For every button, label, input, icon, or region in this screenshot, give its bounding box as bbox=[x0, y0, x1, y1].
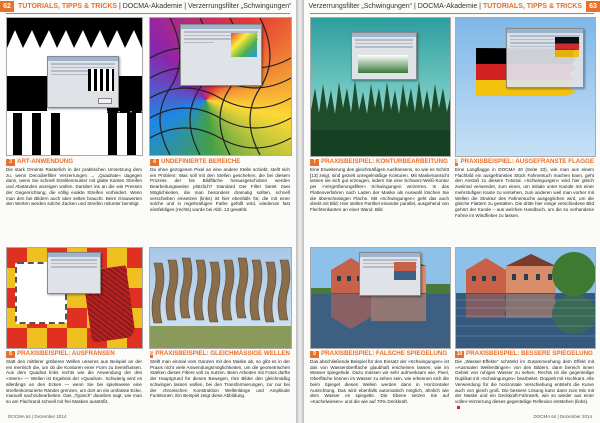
caption-7: 7 PRAXISBEISPIEL: KONTURBEARBEITUNG Eine … bbox=[310, 158, 449, 213]
caption-5: 5 PRAXISBEISPIEL: AUSFRANSEN Statt den mi… bbox=[6, 350, 142, 405]
right-header-rule bbox=[310, 13, 594, 14]
caption-5-number: 5 bbox=[6, 350, 15, 358]
image-undefined-areas bbox=[149, 17, 292, 156]
caption-6-body: Stellt man einmal vom Ganzen mit den Mas… bbox=[150, 359, 290, 399]
left-running-header: 62 TUTORIALS, TIPPS & TRICKS | DOCMA-Aka… bbox=[0, 0, 296, 13]
image-forest-contour bbox=[310, 17, 451, 157]
caption-3: 3 ART-ANWENDUNG Die stark Ornente Rasterl… bbox=[6, 158, 142, 207]
wave-filter-dialog bbox=[180, 24, 262, 86]
caption-3-number: 3 bbox=[6, 158, 15, 166]
caption-6-number: 6 bbox=[150, 350, 154, 358]
book-gutter bbox=[296, 0, 304, 423]
caption-10-number: 10 bbox=[455, 350, 464, 358]
caption-4: 4 UNDEFINIERTE BEREICHE Da ohne gezogenen… bbox=[150, 158, 290, 213]
caption-7-number: 7 bbox=[310, 158, 319, 166]
image-fraying bbox=[6, 247, 143, 349]
caption-10-body: Die „Wasser-Effekte“ schränkt im Zusamme… bbox=[455, 359, 594, 404]
image-zigzag-stripes bbox=[6, 17, 143, 156]
caption-4-title: UNDEFINIERTE BEREICHE bbox=[161, 158, 241, 165]
right-page: Verzerrungsfilter „Schwingungen“ | DOCMA… bbox=[304, 0, 600, 423]
caption-4-body: Da ohne gezogenen Pixel an eine andere S… bbox=[150, 167, 290, 212]
right-running-header: Verzerrungsfilter „Schwingungen“ | DOCMA… bbox=[304, 0, 600, 13]
caption-3-title: ART-ANWENDUNG bbox=[17, 158, 74, 165]
left-footer: DOCMA 64 | Dezember 2014 bbox=[8, 414, 67, 419]
caption-8: 8 PRAXISBEISPIEL: AUSGEFRANSTE FLAGGE Ein… bbox=[455, 158, 594, 218]
image-frayed-flag bbox=[455, 17, 596, 157]
caption-8-body: Eine Langflagge in DOCMA 40 (Seite 33), … bbox=[455, 167, 594, 218]
caption-9-title: PRAXISBEISPIEL: FALSCHE SPIEGELUNG bbox=[321, 350, 448, 357]
caption-8-title: PRAXISBEISPIEL: AUSGEFRANSTE FLAGGE bbox=[460, 158, 594, 165]
caption-8-number: 8 bbox=[455, 158, 459, 166]
wavy-fence-graphic bbox=[150, 257, 291, 348]
caption-6: 6 PRAXISBEISPIEL: GLEICHMÄSSIGE WELLEN St… bbox=[150, 350, 290, 399]
image-better-reflection bbox=[455, 247, 596, 349]
left-header-rule bbox=[6, 13, 290, 14]
caption-7-body: Eine Erweiterung des gleichmäßigen Ausfr… bbox=[310, 167, 449, 212]
caption-5-title: PRAXISBEISPIEL: AUSFRANSEN bbox=[17, 350, 115, 357]
caption-5-body: Statt den mittlerer gröberen Wellen unse… bbox=[6, 359, 142, 404]
left-page: 62 TUTORIALS, TIPPS & TRICKS | DOCMA-Aka… bbox=[0, 0, 296, 423]
contour-dialog bbox=[351, 32, 417, 80]
caption-10: 10 PRAXISBEISPIEL: BESSERE SPIEGELUNG Die… bbox=[455, 350, 594, 410]
caption-6-title: PRAXISBEISPIEL: GLEICHMÄSSIGE WELLEN bbox=[155, 350, 290, 357]
right-section-title: TUTORIALS, TIPPS & TRICKS bbox=[482, 3, 582, 10]
caption-9-number: 9 bbox=[310, 350, 319, 358]
caption-3-body: Die stark Ornente Rasterlich in der prak… bbox=[6, 167, 142, 207]
left-page-number: 62 bbox=[0, 1, 14, 12]
caption-10-title: PRAXISBEISPIEL: BESSERE SPIEGELUNG bbox=[466, 350, 593, 357]
fray-dialog bbox=[47, 252, 101, 294]
caption-9: 9 PRAXISBEISPIEL: FALSCHE SPIEGELUNG Das … bbox=[310, 350, 449, 405]
left-section-title: TUTORIALS, TIPPS & TRICKS bbox=[18, 3, 118, 10]
better-reflection-graphic bbox=[456, 252, 595, 337]
right-footer: DOCMA 64 | Dezember 2014 bbox=[533, 414, 592, 419]
right-page-number: 63 bbox=[586, 1, 600, 12]
caption-4-number: 4 bbox=[150, 158, 159, 166]
image-wavy-fence bbox=[149, 247, 292, 349]
right-header-rest: Verzerrungsfilter „Schwingungen“ | DOCMA… bbox=[308, 3, 483, 10]
reflection-dialog bbox=[359, 252, 421, 296]
filter-dialog-thumbnail bbox=[47, 56, 119, 108]
left-header-rest: | DOCMA-Akademie | Verzerrungsfilter „Sc… bbox=[117, 3, 292, 10]
article-end-mark bbox=[457, 405, 460, 409]
flag-dialog bbox=[506, 28, 584, 88]
caption-7-title: PRAXISBEISPIEL: KONTURBEARBEITUNG bbox=[321, 158, 448, 165]
image-false-reflection bbox=[310, 247, 451, 349]
caption-9-body: Das abschließende Beispiel für den Einsa… bbox=[310, 359, 449, 404]
